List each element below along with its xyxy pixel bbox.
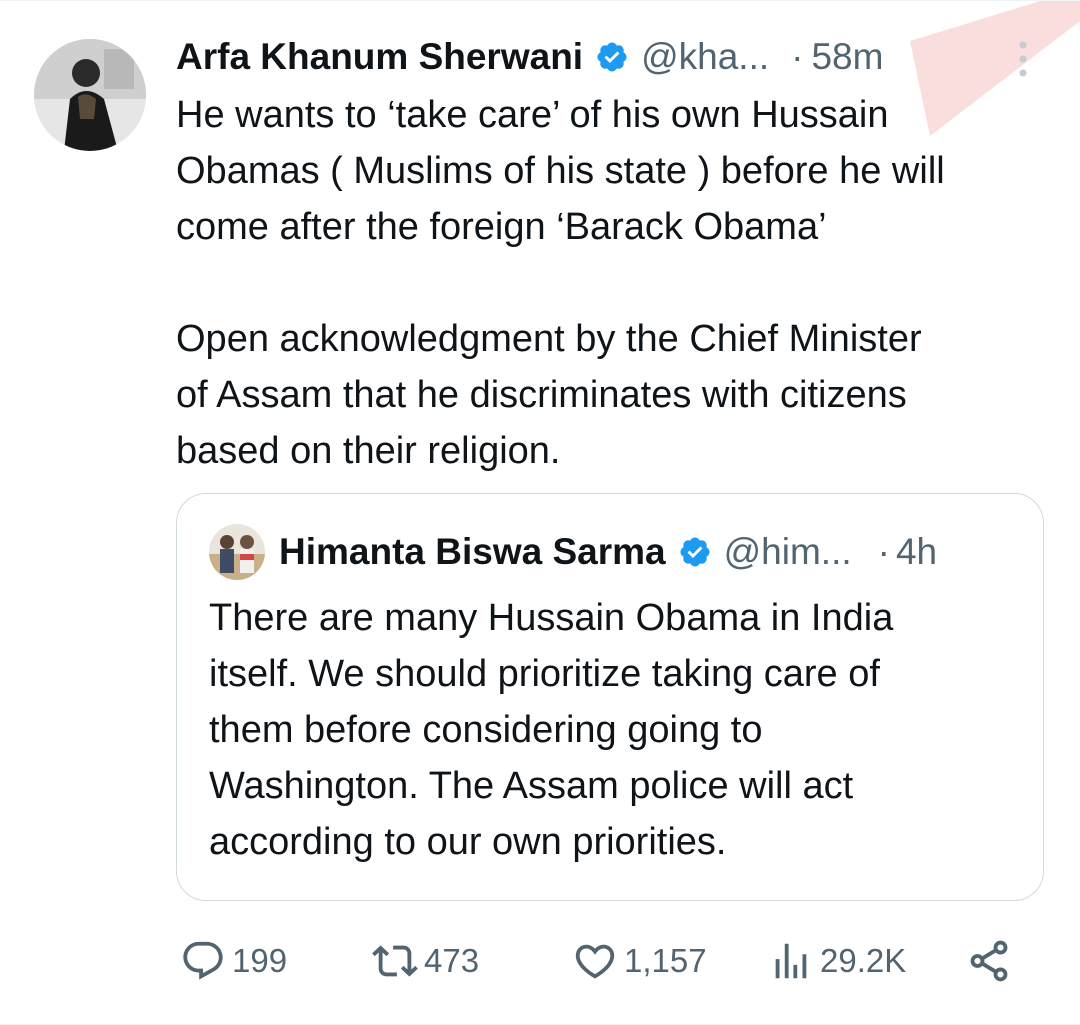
- tweet[interactable]: Arfa Khanum Sherwani @kha... · 58m He wa…: [0, 0, 1080, 1025]
- verified-badge-icon: [597, 42, 627, 72]
- quoted-tweet-header: Himanta Biswa Sarma @him... · 4h: [209, 524, 1011, 580]
- separator-dot: ·: [791, 36, 804, 77]
- like-count: 1,157: [624, 942, 707, 979]
- quoted-author-name[interactable]: Himanta Biswa Sarma: [279, 531, 666, 573]
- views-count: 29.2K: [820, 942, 907, 979]
- like-button[interactable]: 1,157: [572, 931, 707, 991]
- retweet-button[interactable]: 473: [372, 931, 479, 991]
- tweet-timestamp[interactable]: 58m: [811, 36, 883, 78]
- views-button[interactable]: 29.2K: [768, 931, 906, 991]
- author-handle[interactable]: @kha...: [641, 36, 769, 78]
- quoted-author-handle[interactable]: @him...: [724, 531, 852, 573]
- reply-button[interactable]: 199: [180, 931, 287, 991]
- tweet-header: Arfa Khanum Sherwani @kha... · 58m: [176, 31, 1056, 83]
- separator-dot: ·: [877, 531, 890, 572]
- tweet-actions: 199 473 1,157 29.2K: [176, 931, 1036, 991]
- quoted-tweet[interactable]: Himanta Biswa Sarma @him... · 4h There a…: [176, 493, 1044, 901]
- heart-icon: [575, 944, 615, 979]
- author-name[interactable]: Arfa Khanum Sherwani: [176, 36, 583, 78]
- verified-badge-icon: [680, 537, 710, 567]
- quoted-tweet-text: There are many Hussain Obama in India it…: [209, 597, 894, 863]
- retweet-icon: [372, 945, 418, 977]
- reply-icon: [183, 941, 223, 980]
- share-button[interactable]: [966, 931, 1018, 991]
- tweet-text: He wants to ‘take care’ of his own Hussa…: [176, 94, 945, 472]
- share-icon: [970, 940, 1008, 982]
- tweet-content: Arfa Khanum Sherwani @kha... · 58m He wa…: [176, 31, 1056, 479]
- retweet-count: 473: [424, 942, 480, 979]
- quoted-author-avatar[interactable]: [209, 524, 265, 580]
- more-vertical-icon[interactable]: [1016, 39, 1030, 79]
- views-icon: [775, 943, 807, 979]
- reply-count: 199: [232, 942, 288, 979]
- author-avatar[interactable]: [34, 39, 146, 151]
- quoted-tweet-timestamp[interactable]: 4h: [896, 531, 937, 573]
